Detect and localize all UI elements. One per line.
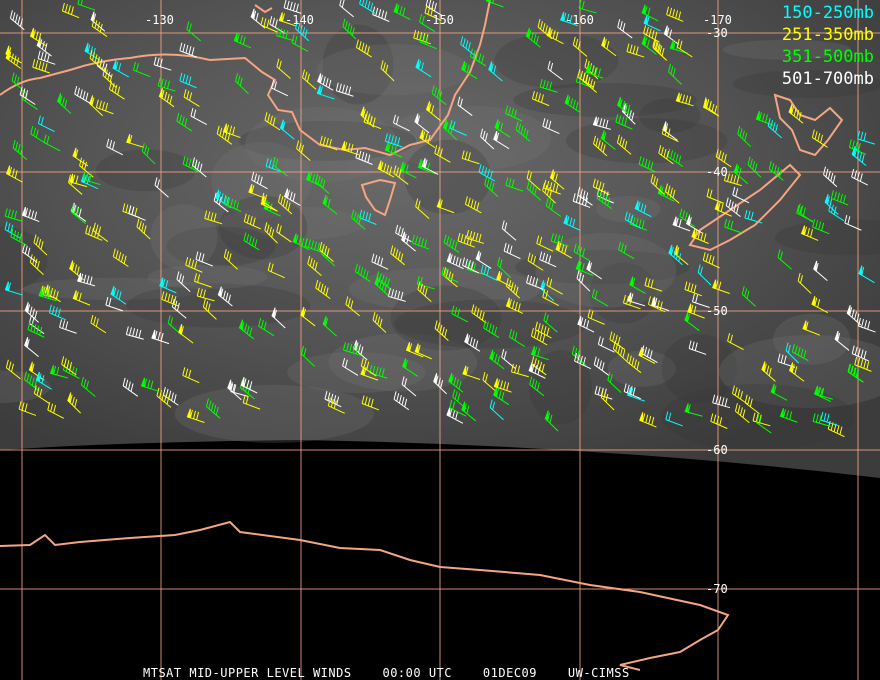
map-canvas: [0, 0, 880, 680]
legend-150-250: 150-250mb: [781, 3, 874, 23]
lon-label-160: -160: [565, 13, 594, 27]
cloud-patch: [126, 283, 311, 328]
lat-label-50: -50: [706, 304, 728, 318]
cloud-patch: [218, 195, 308, 260]
time-stamp: 00:00 UTC: [382, 666, 453, 680]
cloud-patch: [316, 44, 470, 96]
lat-label-60: -60: [706, 443, 728, 457]
lat-label-70: -70: [706, 582, 728, 596]
lon-label-140: -140: [285, 13, 314, 27]
lon-label-150: -150: [425, 13, 454, 27]
cloud-patch: [390, 285, 502, 351]
cloud-patch: [535, 233, 677, 308]
antarctica-coast: [0, 520, 730, 671]
cloud-patch: [494, 32, 619, 89]
lon-label-130: -130: [145, 13, 174, 27]
lat-label-30: -30: [706, 26, 728, 40]
cloud-patch: [565, 118, 728, 164]
legend-351-500: 351-500mb: [781, 47, 874, 67]
satellite-wind-map: -130 -140 -150 -160 -170 -30 -40 -50 -60…: [0, 0, 880, 680]
date-stamp: 01DEC09: [482, 666, 537, 680]
lat-label-40: -40: [706, 165, 728, 179]
cloud-patch: [174, 384, 374, 443]
cloud-patch: [150, 203, 218, 271]
cloud-patch: [513, 82, 697, 118]
footer-caption: MTSAT MID-UPPER LEVEL WINDS 00:00 UTC 01…: [143, 666, 630, 680]
cloud-patch: [95, 149, 196, 192]
product-title: MTSAT MID-UPPER LEVEL WINDS: [143, 666, 352, 680]
legend-251-350: 251-350mb: [781, 25, 874, 45]
credit: UW-CIMSS: [567, 666, 630, 680]
legend-501-700: 501-700mb: [781, 69, 874, 89]
lon-label-170: -170: [703, 13, 732, 27]
